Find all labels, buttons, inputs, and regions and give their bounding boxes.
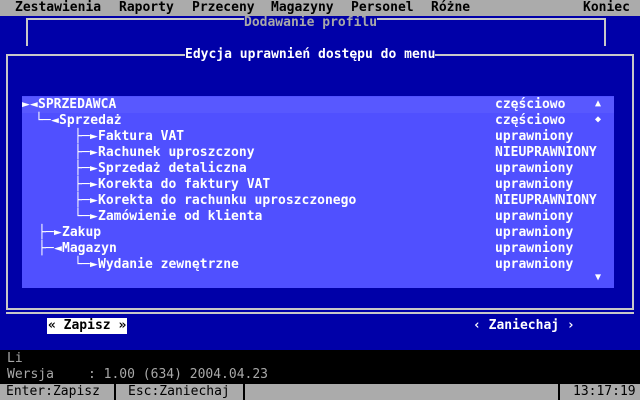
arrow-right-icon[interactable]: ► bbox=[90, 145, 98, 161]
permission-status[interactable]: NIEUPRAWNIONY bbox=[495, 193, 597, 209]
status-divider bbox=[114, 384, 116, 400]
expand-toggle-icon[interactable]: ►◄ bbox=[22, 97, 38, 113]
permissions-section-title: Edycja uprawnień dostępu do menu bbox=[185, 47, 436, 62]
arrow-right-icon[interactable]: ► bbox=[90, 209, 98, 225]
permission-label: Sprzedaż bbox=[59, 113, 122, 128]
bottom-status-bar: Enter:Zapisz Esc:Zaniechaj 13:17:19 bbox=[0, 384, 640, 400]
background-text: Li bbox=[7, 351, 23, 366]
permission-row[interactable]: ├─ ► Sprzedaż detaliczna uprawniony bbox=[22, 161, 614, 177]
save-button[interactable]: « Zapisz » bbox=[47, 318, 128, 334]
permission-row[interactable]: ├─ ► Zakup uprawniony bbox=[22, 225, 614, 241]
add-profile-dialog: Dodawanie profilu Edycja uprawnień dostę… bbox=[0, 16, 640, 350]
dialog-separator bbox=[6, 312, 634, 314]
permission-status[interactable]: uprawniony bbox=[495, 209, 573, 225]
permission-row[interactable]: └─ ◄ Sprzedaż częściowo bbox=[22, 113, 614, 129]
expand-toggle-icon[interactable]: ◄ bbox=[54, 241, 62, 257]
permission-row[interactable]: ├─ ► Rachunek uproszczony NIEUPRAWNIONY bbox=[22, 145, 614, 161]
permission-status[interactable]: uprawniony bbox=[495, 241, 573, 257]
esc-cancel-hint[interactable]: Esc:Zaniechaj bbox=[128, 384, 230, 400]
menu-przeceny[interactable]: Przeceny bbox=[192, 0, 255, 16]
permission-row[interactable]: ├─ ► Korekta do faktury VAT uprawniony bbox=[22, 177, 614, 193]
scroll-thumb-icon[interactable]: ◆ bbox=[595, 114, 601, 125]
menu-zestawienia[interactable]: Zestawienia bbox=[15, 0, 101, 16]
permission-row[interactable]: └─ ► Zamówienie od klienta uprawniony bbox=[22, 209, 614, 225]
cancel-button[interactable]: ‹ Zaniechaj › bbox=[472, 318, 576, 334]
permission-status[interactable]: częściowo bbox=[495, 97, 565, 113]
permission-row[interactable]: ►◄ SPRZEDAWCA częściowo bbox=[22, 97, 614, 113]
tree-connector: ├─ bbox=[74, 145, 90, 160]
permission-label: Faktura VAT bbox=[98, 129, 185, 144]
permission-row[interactable]: └─ ► Wydanie zewnętrzne uprawniony bbox=[22, 257, 614, 273]
permission-status[interactable]: częściowo bbox=[495, 113, 565, 129]
enter-save-hint[interactable]: Enter:Zapisz bbox=[6, 384, 100, 400]
permission-status[interactable]: uprawniony bbox=[495, 257, 573, 273]
permission-label: Wydanie zewnętrzne bbox=[98, 257, 239, 272]
arrow-right-icon[interactable]: ► bbox=[90, 161, 98, 177]
tree-connector: ├─ bbox=[74, 129, 90, 144]
tree-connector: └─ bbox=[74, 209, 90, 224]
tree-connector: ├─ bbox=[74, 193, 90, 208]
tree-connector: ├─ bbox=[38, 225, 54, 240]
arrow-right-icon[interactable]: ► bbox=[90, 257, 98, 273]
arrow-right-icon[interactable]: ► bbox=[90, 193, 98, 209]
top-menu-bar: Zestawienia Raporty Przeceny Magazyny Pe… bbox=[0, 0, 640, 16]
version-value: : 1.00 (634) 2004.04.23 bbox=[88, 367, 269, 382]
permission-label: Zakup bbox=[62, 225, 102, 240]
tree-connector: ├─ bbox=[38, 241, 54, 256]
arrow-right-icon[interactable]: ► bbox=[90, 129, 98, 145]
permission-row[interactable]: ├─ ◄ Magazyn uprawniony bbox=[22, 241, 614, 257]
permission-label: Magazyn bbox=[62, 241, 117, 256]
menu-magazyny[interactable]: Magazyny bbox=[271, 0, 334, 16]
permissions-tree-list[interactable]: ►◄ SPRZEDAWCA częściowo └─ ◄ Sprzedaż częściow… bbox=[22, 96, 614, 288]
scroll-down-icon[interactable]: ▼ bbox=[595, 272, 601, 283]
menu-personel[interactable]: Personel bbox=[351, 0, 414, 16]
permission-label: SPRZEDAWCA bbox=[38, 97, 117, 112]
version-label: Wersja bbox=[7, 367, 54, 382]
tree-connector: └─ bbox=[35, 113, 51, 128]
menu-rozne[interactable]: Różne bbox=[431, 0, 470, 16]
arrow-right-icon[interactable]: ► bbox=[90, 177, 98, 193]
permission-status[interactable]: uprawniony bbox=[495, 129, 573, 145]
permission-label: Korekta do faktury VAT bbox=[98, 177, 271, 192]
permission-row[interactable]: ├─ ► Korekta do rachunku uproszczonego NIEU… bbox=[22, 193, 614, 209]
tree-connector: ├─ bbox=[74, 161, 90, 176]
status-divider bbox=[558, 384, 560, 400]
menu-raporty[interactable]: Raporty bbox=[119, 0, 174, 16]
permission-status[interactable]: uprawniony bbox=[495, 161, 573, 177]
menu-koniec[interactable]: Koniec bbox=[583, 0, 630, 16]
expand-toggle-icon[interactable]: ◄ bbox=[51, 113, 59, 129]
arrow-right-icon[interactable]: ► bbox=[54, 225, 62, 241]
permission-label: Korekta do rachunku uproszczonego bbox=[98, 193, 357, 208]
status-divider bbox=[243, 384, 245, 400]
dialog-title: Dodawanie profilu bbox=[244, 15, 378, 30]
permission-status[interactable]: uprawniony bbox=[495, 225, 573, 241]
permission-status[interactable]: NIEUPRAWNIONY bbox=[495, 145, 597, 161]
tree-connector: ├─ bbox=[74, 177, 90, 192]
permission-label: Sprzedaż detaliczna bbox=[98, 161, 247, 176]
scroll-up-icon[interactable]: ▲ bbox=[595, 98, 601, 109]
permission-status[interactable]: uprawniony bbox=[495, 177, 573, 193]
permission-row[interactable]: ├─ ► Faktura VAT uprawniony bbox=[22, 129, 614, 145]
terminal-screen: Zestawienia Raporty Przeceny Magazyny Pe… bbox=[0, 0, 640, 400]
list-scrollbar[interactable]: ▲ ◆ ▼ bbox=[595, 96, 605, 288]
permission-label: Rachunek uproszczony bbox=[98, 145, 255, 160]
permission-label: Zamówienie od klienta bbox=[98, 209, 263, 224]
clock: 13:17:19 bbox=[573, 384, 636, 399]
tree-connector: └─ bbox=[74, 257, 90, 272]
